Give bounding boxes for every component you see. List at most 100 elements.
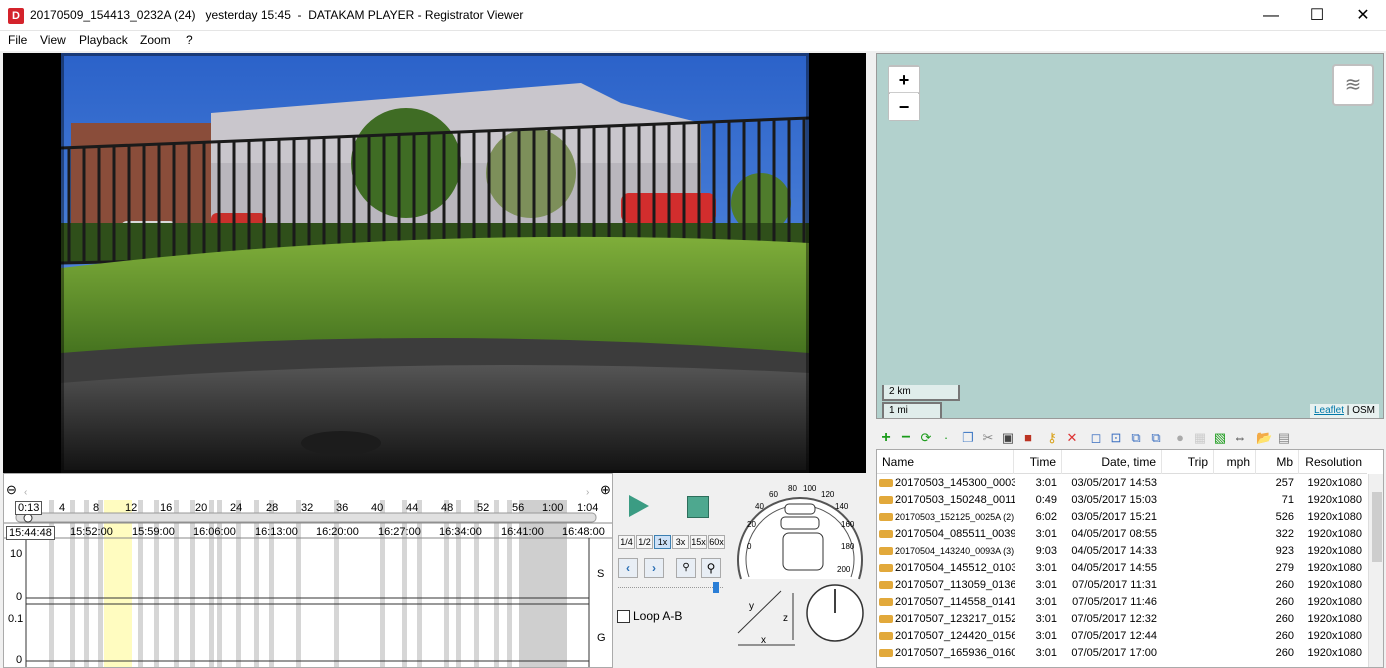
file-row[interactable]: 20170504_085511_0039A 3:01 04/05/2017 08:5…	[877, 526, 1367, 543]
col-time[interactable]: Time	[1014, 450, 1062, 474]
copy-icon[interactable]: ❐	[960, 430, 976, 446]
grid-icon[interactable]: ▦	[1192, 430, 1208, 446]
menu-zoom[interactable]: Zoom	[140, 33, 171, 47]
tick-label: 4	[59, 502, 66, 514]
speed-axis-min: 0	[16, 591, 23, 603]
delete-icon[interactable]: ✕	[1064, 430, 1080, 446]
col-datetime[interactable]: Date, time	[1062, 450, 1162, 474]
volume-slider-thumb[interactable]	[713, 582, 719, 593]
key-icon[interactable]: ⚷	[1044, 430, 1060, 446]
file-list-scrollbar[interactable]	[1368, 474, 1383, 667]
map-zoom-in-button[interactable]: +	[889, 67, 919, 93]
timeline-panel[interactable]: ⊖ ⊕ ‹ › 0:13 4 8 12 16 20 24 28 32 36 40…	[3, 473, 613, 668]
tick-label: 36	[336, 502, 349, 514]
cascade-icon[interactable]: ⧉	[1128, 430, 1144, 446]
map-zoom-out-button[interactable]: −	[889, 94, 919, 120]
file-datetime: 03/05/2017 15:03	[1071, 494, 1157, 506]
next-frame-icon[interactable]: ›	[644, 558, 664, 578]
file-row[interactable]: 20170507_124420_0156A 3:01 07/05/2017 12:4…	[877, 628, 1367, 645]
file-duration: 9:03	[1035, 545, 1057, 557]
file-row[interactable]: 20170503_152125_0025A (2) 6:02 03/05/2017 …	[877, 509, 1367, 526]
speed-half-button[interactable]: 1/2	[636, 535, 653, 549]
zoom-in-icon[interactable]: ⚲	[701, 558, 721, 578]
file-size-mb: 260	[1275, 613, 1294, 625]
loop-ab-label: Loop A-B	[633, 609, 683, 623]
protect-icon[interactable]: ■	[1020, 430, 1036, 446]
file-name: 20170504_085511_0039A	[895, 528, 1015, 540]
speed-quarter-button[interactable]: 1/4	[618, 535, 635, 549]
gauge-tick: 180	[841, 542, 855, 551]
file-datetime: 04/05/2017 14:55	[1071, 562, 1157, 574]
tick-label: 1:04	[577, 502, 599, 514]
file-duration: 3:01	[1035, 613, 1057, 625]
speed-60x-button[interactable]: 60x	[708, 535, 725, 549]
file-row[interactable]: 20170507_114558_0141A 3:01 07/05/2017 11:4…	[877, 594, 1367, 611]
volume-slider-track[interactable]	[618, 587, 723, 591]
file-datetime: 07/05/2017 11:46	[1072, 596, 1157, 608]
file-duration: 3:01	[1035, 630, 1057, 642]
file-resolution: 1920x1080	[1307, 596, 1362, 608]
video-viewport[interactable]	[3, 53, 866, 473]
leaflet-link[interactable]: Leaflet	[1314, 405, 1344, 416]
document-icon[interactable]: ▤	[1276, 430, 1292, 446]
map-panel[interactable]: + − ≋ 2 km 1 mi Leaflet | OSM	[876, 53, 1384, 419]
fit-window-icon[interactable]: ⊡	[1108, 430, 1124, 446]
time-label: 16:13:00	[255, 526, 298, 538]
new-window-icon[interactable]: ◻	[1088, 430, 1104, 446]
col-mb[interactable]: Mb	[1256, 450, 1299, 474]
file-duration: 3:01	[1035, 477, 1057, 489]
file-list-header: Name Time Date, time Trip mph Mb Resolut…	[877, 450, 1367, 474]
menu-file[interactable]: File	[8, 33, 27, 47]
file-row[interactable]: 20170503_145300_0003A 3:01 03/05/2017 14:5…	[877, 475, 1367, 492]
disc-icon[interactable]: ●	[1172, 430, 1188, 446]
add-file-icon[interactable]: +	[878, 430, 894, 446]
file-row[interactable]: 20170507_165936_0160A 3:01 07/05/2017 17:0…	[877, 645, 1367, 662]
col-resolution[interactable]: Resolution	[1299, 450, 1367, 474]
video-file-icon	[879, 509, 895, 526]
osm-link[interactable]: OSM	[1352, 405, 1375, 416]
file-row[interactable]: 20170504_145512_0103A 3:01 04/05/2017 14:5…	[877, 560, 1367, 577]
tick-label: 12	[125, 502, 138, 514]
cut-icon[interactable]: ✂	[980, 430, 996, 446]
minimize-button[interactable]: —	[1248, 0, 1294, 31]
zoom-out-icon[interactable]: ⚲	[676, 558, 696, 578]
tile-icon[interactable]: ⧉	[1148, 430, 1164, 446]
file-datetime: 04/05/2017 08:55	[1071, 528, 1157, 540]
col-trip[interactable]: Trip	[1162, 450, 1214, 474]
file-size-mb: 260	[1275, 630, 1294, 642]
menu-help[interactable]: ?	[186, 33, 193, 47]
time-label: 15:52:00	[70, 526, 113, 538]
play-icon[interactable]	[629, 495, 649, 517]
col-name[interactable]: Name	[877, 450, 1014, 474]
file-resolution: 1920x1080	[1307, 494, 1362, 506]
gauge-tick: 120	[821, 490, 835, 499]
file-datetime: 03/05/2017 15:21	[1071, 511, 1157, 523]
file-datetime: 07/05/2017 17:00	[1071, 647, 1157, 659]
image-icon[interactable]: ▧	[1212, 430, 1228, 446]
stop-icon[interactable]	[687, 496, 709, 518]
speed-15x-button[interactable]: 15x	[690, 535, 707, 549]
scrollbar-thumb[interactable]	[1372, 492, 1382, 562]
loop-ab-checkbox[interactable]	[617, 610, 630, 623]
menu-playback[interactable]: Playback	[79, 33, 128, 47]
menu-view[interactable]: View	[40, 33, 66, 47]
fit-width-icon[interactable]: ⇔	[1232, 430, 1248, 446]
speed-3x-button[interactable]: 3x	[672, 535, 689, 549]
col-mph[interactable]: mph	[1214, 450, 1256, 474]
file-list[interactable]: Name Time Date, time Trip mph Mb Resolut…	[876, 449, 1384, 668]
file-row[interactable]: 20170507_113059_0136A 3:01 07/05/2017 11:3…	[877, 577, 1367, 594]
previous-frame-icon[interactable]: ‹	[618, 558, 638, 578]
file-row[interactable]: 20170504_143240_0093A (3) 9:03 04/05/2017 …	[877, 543, 1367, 560]
time-label: 15:59:00	[132, 526, 175, 538]
layers-icon[interactable]: ≋	[1332, 64, 1374, 106]
speed-1x-button[interactable]: 1x	[654, 535, 671, 549]
file-row[interactable]: 20170507_123217_0152A 3:01 07/05/2017 12:3…	[877, 611, 1367, 628]
maximize-button[interactable]: ☐	[1294, 0, 1340, 31]
save-icon[interactable]: ▣	[1000, 430, 1016, 446]
open-folder-icon[interactable]: 📂	[1256, 430, 1272, 446]
refresh-icon[interactable]: ⟳	[918, 430, 934, 446]
file-row[interactable]: 20170503_150248_0011A 0:49 03/05/2017 15:0…	[877, 492, 1367, 509]
close-button[interactable]: ✕	[1340, 0, 1386, 31]
remove-file-icon[interactable]: −	[898, 430, 914, 446]
dot-icon[interactable]: ·	[938, 430, 954, 446]
